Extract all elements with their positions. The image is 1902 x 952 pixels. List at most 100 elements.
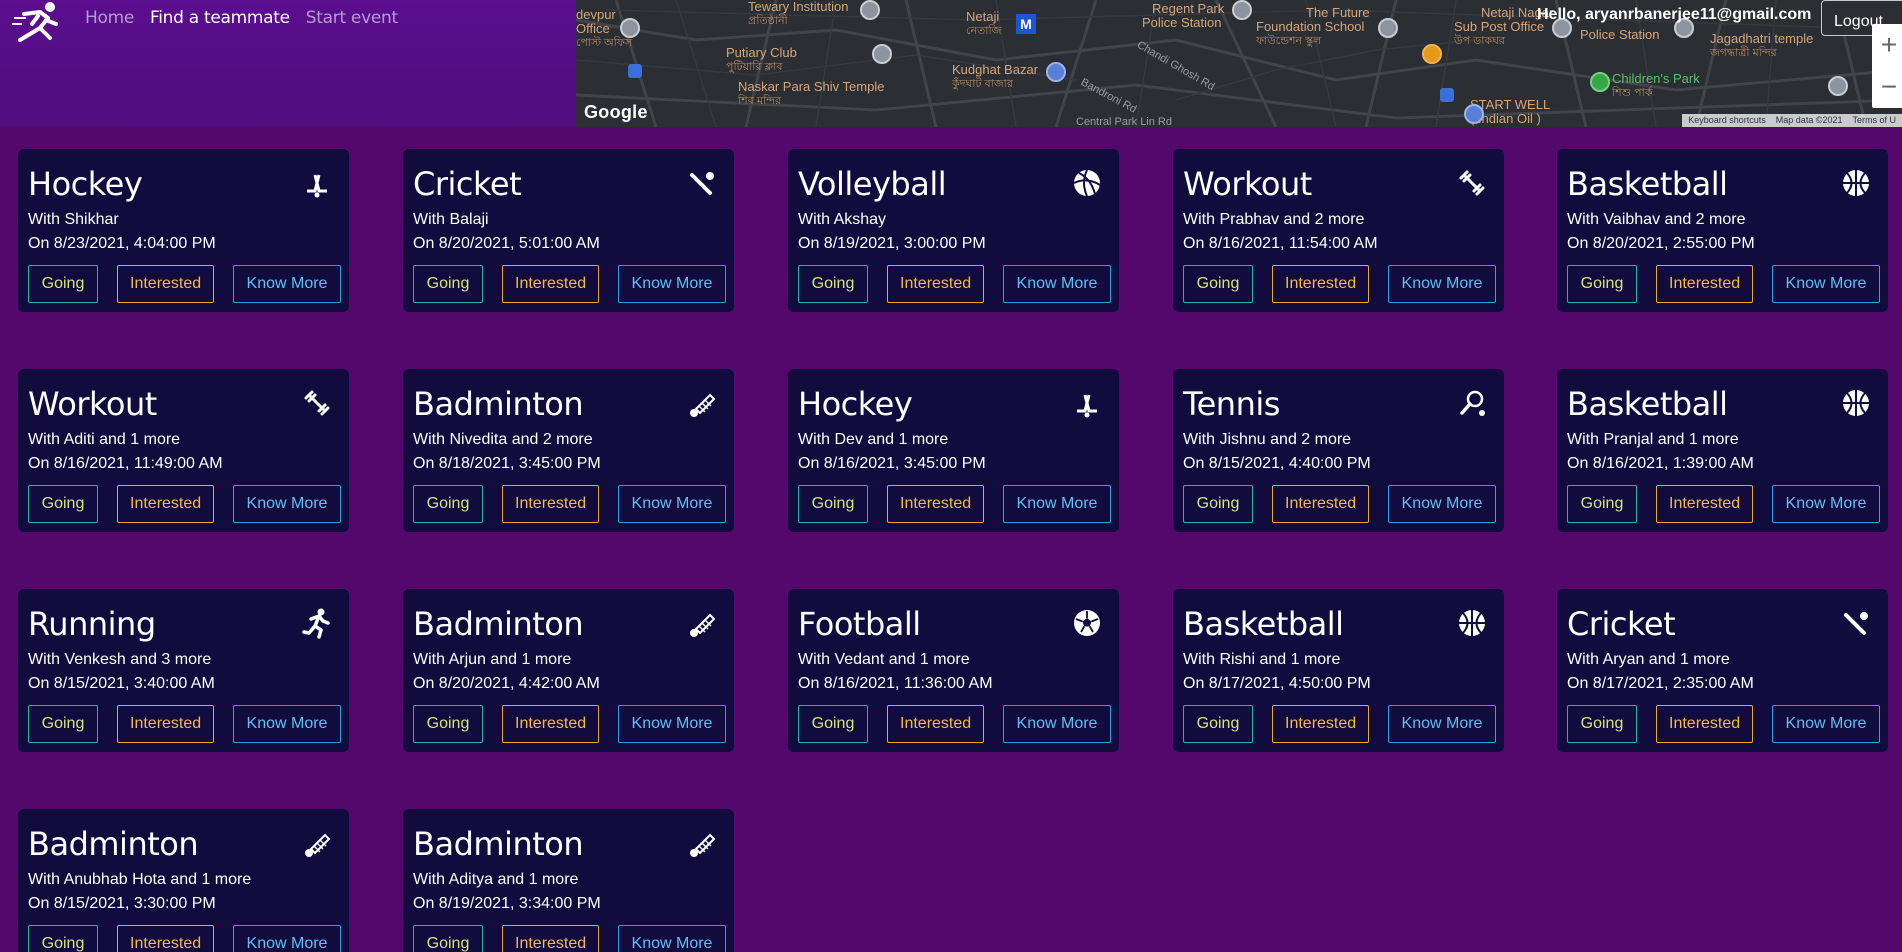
- user-greeting: Hello, aryanrbanerjee11@gmail.com: [1537, 6, 1812, 23]
- interested-button[interactable]: Interested: [887, 705, 984, 743]
- interested-button[interactable]: Interested: [502, 485, 599, 523]
- going-button[interactable]: Going: [1567, 265, 1637, 303]
- keyboard-shortcuts-link[interactable]: Keyboard shortcuts: [1688, 114, 1766, 127]
- event-date: On 8/15/2021, 4:40:00 PM: [1183, 455, 1371, 472]
- hockey-icon: [1077, 394, 1097, 418]
- know-more-button[interactable]: Know More: [1772, 265, 1880, 303]
- event-date: On 8/16/2021, 11:49:00 AM: [28, 455, 223, 472]
- know-more-button[interactable]: Know More: [233, 705, 341, 743]
- event-actions: Going Interested Know More: [28, 705, 341, 743]
- event-date: On 8/17/2021, 2:35:00 AM: [1567, 675, 1754, 692]
- map-pin-icon[interactable]: [1232, 0, 1252, 20]
- know-more-button[interactable]: Know More: [1388, 705, 1496, 743]
- know-more-button[interactable]: Know More: [618, 705, 726, 743]
- going-button[interactable]: Going: [413, 265, 483, 303]
- event-actions: Going Interested Know More: [798, 705, 1111, 743]
- know-more-button[interactable]: Know More: [1388, 485, 1496, 523]
- bus-stop-icon[interactable]: [1440, 88, 1454, 102]
- bus-stop-icon[interactable]: [628, 64, 642, 78]
- event-actions: Going Interested Know More: [413, 705, 726, 743]
- interested-button[interactable]: Interested: [117, 485, 214, 523]
- going-button[interactable]: Going: [1183, 265, 1253, 303]
- going-button[interactable]: Going: [1183, 485, 1253, 523]
- going-button[interactable]: Going: [798, 705, 868, 743]
- map-pin-icon[interactable]: [1828, 76, 1848, 96]
- interested-button[interactable]: Interested: [117, 925, 214, 952]
- going-button[interactable]: Going: [28, 265, 98, 303]
- going-button[interactable]: Going: [28, 925, 98, 952]
- event-actions: Going Interested Know More: [413, 265, 726, 303]
- know-more-button[interactable]: Know More: [618, 925, 726, 952]
- nav-start-event-link[interactable]: Start event: [306, 8, 398, 28]
- event-card: Basketball With Rishi and 1 more On 8/17…: [1173, 589, 1504, 752]
- know-more-button[interactable]: Know More: [1003, 485, 1111, 523]
- event-sport-title: Basketball: [1183, 605, 1344, 643]
- know-more-button[interactable]: Know More: [618, 265, 726, 303]
- zoom-out-button[interactable]: −: [1872, 66, 1902, 108]
- nav-home-link[interactable]: Home: [85, 8, 134, 28]
- interested-button[interactable]: Interested: [887, 265, 984, 303]
- shopping-pin-icon[interactable]: [1046, 62, 1066, 82]
- going-button[interactable]: Going: [28, 705, 98, 743]
- interested-button[interactable]: Interested: [1656, 705, 1753, 743]
- know-more-button[interactable]: Know More: [1003, 265, 1111, 303]
- map-pin-icon[interactable]: [860, 0, 880, 20]
- event-card: Cricket With Aryan and 1 more On 8/17/20…: [1557, 589, 1888, 752]
- event-actions: Going Interested Know More: [1567, 265, 1880, 303]
- event-participants: With Prabhav and 2 more: [1183, 211, 1365, 228]
- football-icon: [1074, 610, 1100, 636]
- restaurant-pin-icon[interactable]: [1422, 44, 1442, 64]
- going-button[interactable]: Going: [1567, 485, 1637, 523]
- interested-button[interactable]: Interested: [1272, 705, 1369, 743]
- interested-button[interactable]: Interested: [887, 485, 984, 523]
- event-participants: With Pranjal and 1 more: [1567, 431, 1739, 448]
- know-more-button[interactable]: Know More: [233, 485, 341, 523]
- interested-button[interactable]: Interested: [117, 705, 214, 743]
- school-pin-icon[interactable]: [1378, 18, 1398, 38]
- going-button[interactable]: Going: [1183, 705, 1253, 743]
- know-more-button[interactable]: Know More: [233, 265, 341, 303]
- know-more-button[interactable]: Know More: [1003, 705, 1111, 743]
- event-date: On 8/16/2021, 1:39:00 AM: [1567, 455, 1754, 472]
- event-date: On 8/16/2021, 11:36:00 AM: [798, 675, 993, 692]
- event-card: Badminton With Arjun and 1 more On 8/20/…: [403, 589, 734, 752]
- interested-button[interactable]: Interested: [1656, 485, 1753, 523]
- know-more-button[interactable]: Know More: [618, 485, 726, 523]
- interested-button[interactable]: Interested: [502, 705, 599, 743]
- going-button[interactable]: Going: [28, 485, 98, 523]
- going-button[interactable]: Going: [413, 485, 483, 523]
- going-button[interactable]: Going: [413, 705, 483, 743]
- event-sport-title: Football: [798, 605, 921, 643]
- going-button[interactable]: Going: [798, 485, 868, 523]
- fuel-pin-icon[interactable]: [1464, 104, 1484, 124]
- interested-button[interactable]: Interested: [117, 265, 214, 303]
- going-button[interactable]: Going: [413, 925, 483, 952]
- interested-button[interactable]: Interested: [1656, 265, 1753, 303]
- map-attribution: Keyboard shortcuts Map data ©2021 Terms …: [1682, 114, 1902, 127]
- event-actions: Going Interested Know More: [413, 485, 726, 523]
- shuttlecock-icon: [305, 833, 331, 857]
- park-pin-icon[interactable]: [1590, 72, 1610, 92]
- interested-button[interactable]: Interested: [1272, 265, 1369, 303]
- runner-logo-icon[interactable]: [10, 0, 66, 42]
- event-actions: Going Interested Know More: [28, 485, 341, 523]
- event-participants: With Balaji: [413, 211, 489, 228]
- top-navbar: Home Find a teammate Start event devpur …: [0, 0, 1902, 127]
- map-label: Children's Park শিশু পার্ক: [1612, 71, 1700, 100]
- know-more-button[interactable]: Know More: [233, 925, 341, 952]
- nav-find-teammate-link[interactable]: Find a teammate: [150, 8, 290, 28]
- going-button[interactable]: Going: [1567, 705, 1637, 743]
- know-more-button[interactable]: Know More: [1772, 485, 1880, 523]
- map-pin-icon[interactable]: [872, 44, 892, 64]
- interested-button[interactable]: Interested: [1272, 485, 1369, 523]
- metro-station-icon[interactable]: M: [1016, 14, 1036, 34]
- know-more-button[interactable]: Know More: [1388, 265, 1496, 303]
- terms-link[interactable]: Terms of U: [1852, 114, 1896, 127]
- know-more-button[interactable]: Know More: [1772, 705, 1880, 743]
- map-pin-icon[interactable]: [620, 18, 640, 38]
- going-button[interactable]: Going: [798, 265, 868, 303]
- zoom-in-button[interactable]: +: [1872, 24, 1902, 66]
- interested-button[interactable]: Interested: [502, 265, 599, 303]
- interested-button[interactable]: Interested: [502, 925, 599, 952]
- map-label: Tewary Institution প্রতিষ্ঠানী: [748, 0, 849, 27]
